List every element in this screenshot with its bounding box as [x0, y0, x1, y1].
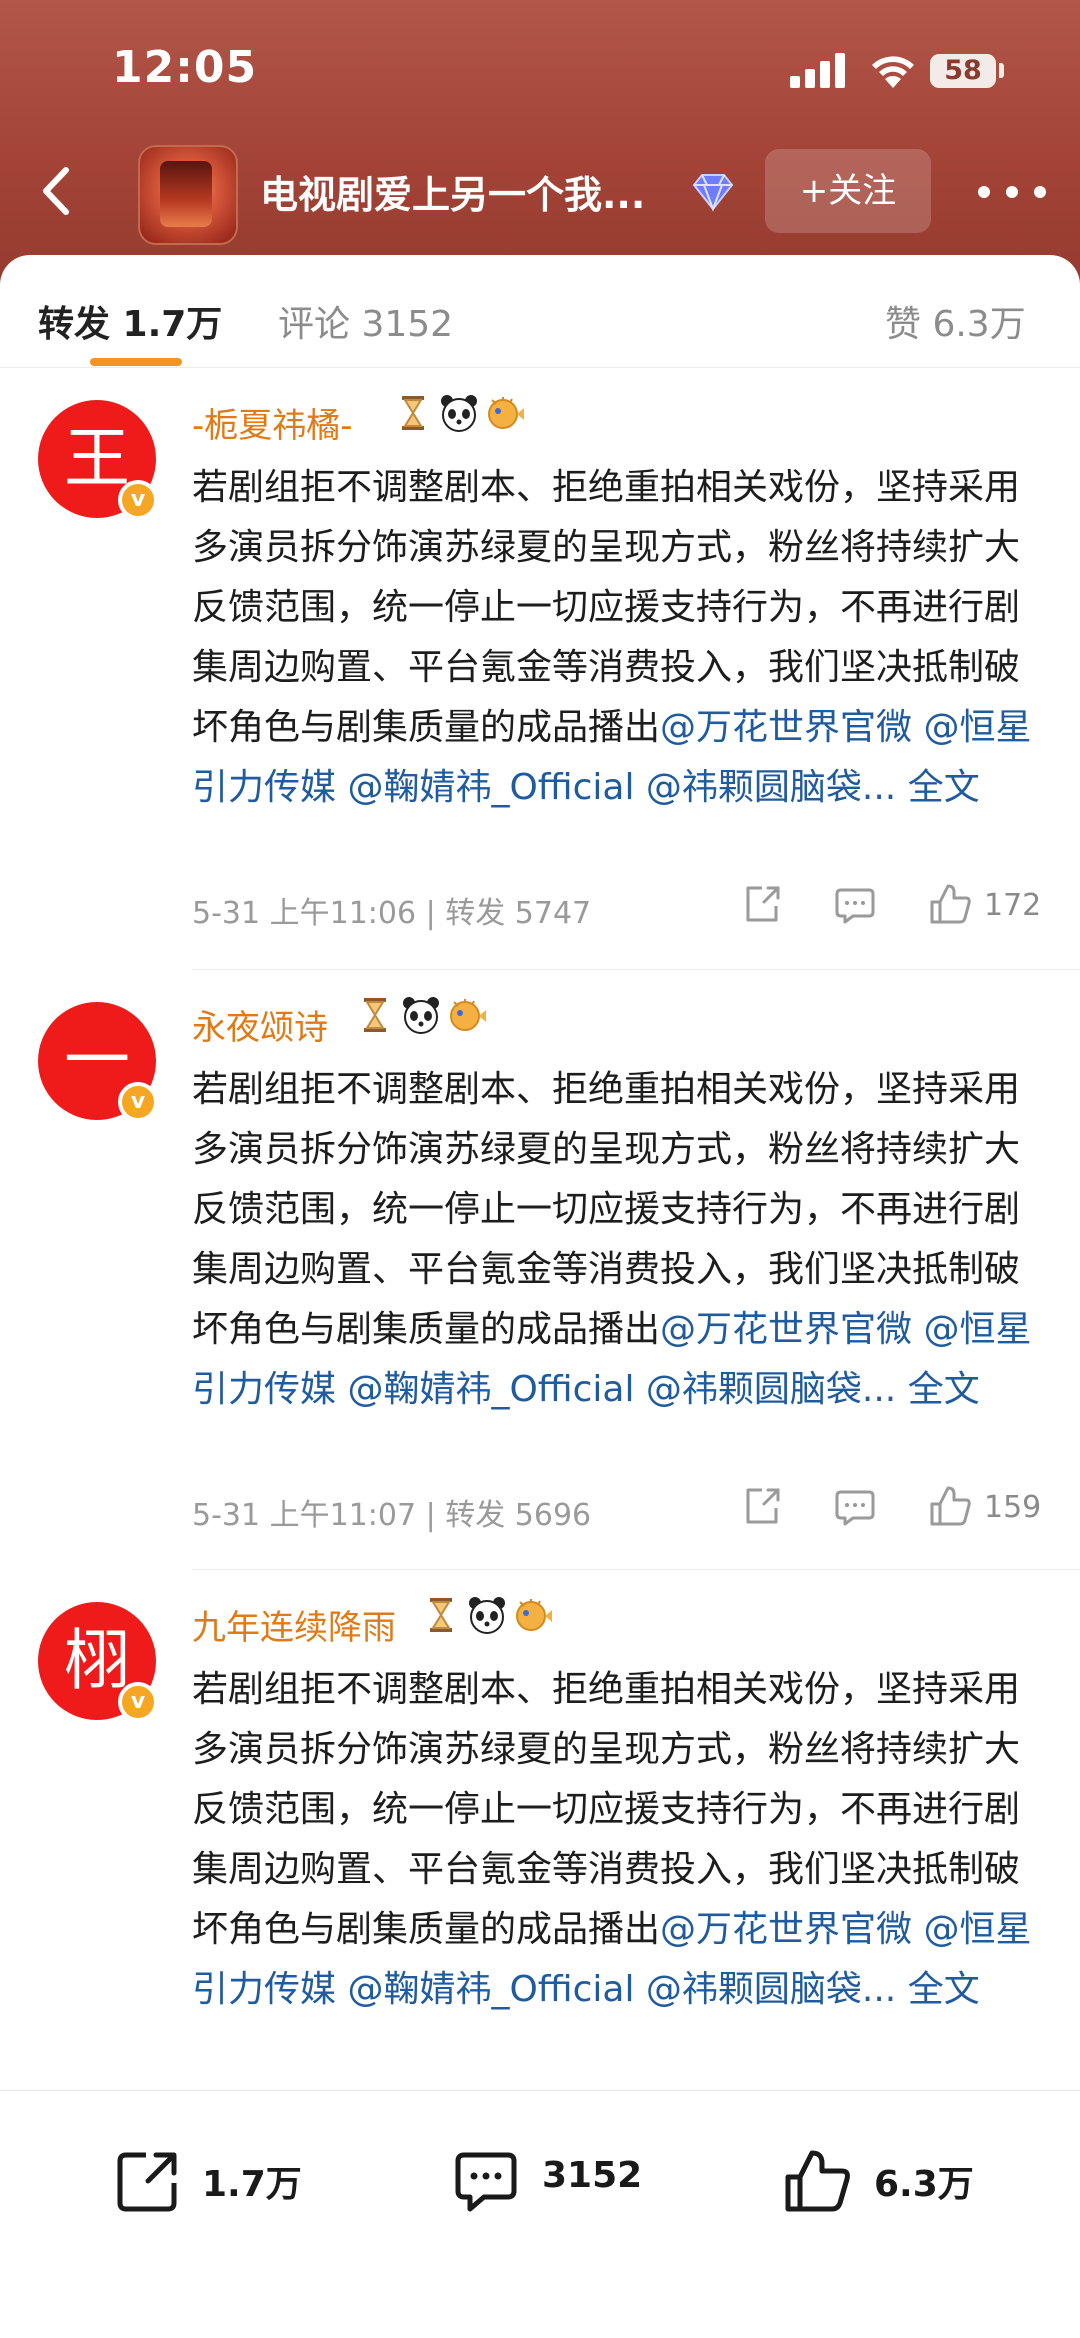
username[interactable]: 九年连续降雨: [192, 1600, 396, 1649]
page-title[interactable]: 电视剧爱上另一个我...: [260, 164, 645, 219]
cellular-signal-icon: [790, 52, 846, 88]
follow-button[interactable]: +关注: [765, 149, 931, 233]
mention-link[interactable]: @万花世界官微: [660, 707, 912, 748]
like-icon[interactable]: [782, 2141, 854, 2221]
status-time: 12:05: [112, 42, 258, 93]
post-meta: 5-31 上午11:06 | 转发 5747: [192, 896, 592, 931]
full-text-link[interactable]: 全文: [908, 767, 980, 808]
mention-link[interactable]: @万花世界官微: [660, 1909, 912, 1950]
tab-repost[interactable]: 转发 1.7万: [38, 295, 222, 347]
share-icon[interactable]: [740, 880, 784, 928]
username[interactable]: -栀夏祎橘-: [192, 398, 353, 447]
full-text-link[interactable]: 全文: [908, 1369, 980, 1410]
pufferfish-icon: [450, 999, 486, 1031]
hourglass-icon: [402, 396, 424, 430]
panda-icon: [441, 395, 477, 432]
list-item[interactable]: 栩 v 九年连续降雨 若剧组拒不调整剧本、拒绝重拍相关戏份，坚持采用多演员拆分饰…: [0, 1570, 1080, 2170]
account-avatar[interactable]: [138, 145, 238, 245]
mention-link[interactable]: @祎颗圆脑袋...: [646, 1369, 896, 1410]
more-icon[interactable]: [976, 160, 1048, 220]
nav-bar: 电视剧爱上另一个我... +关注: [0, 140, 1080, 255]
hourglass-icon: [430, 1598, 452, 1632]
tab-indicator: [90, 358, 182, 366]
pufferfish-icon: [516, 1599, 552, 1631]
like-icon[interactable]: [928, 1482, 972, 1530]
comment-count[interactable]: 3152: [542, 2155, 642, 2196]
panda-icon: [469, 1597, 505, 1634]
hourglass-icon: [364, 998, 386, 1032]
list-item[interactable]: 王 v -栀夏祎橘- 若剧组拒不调整剧本、拒绝重拍相关戏份，坚持采用多演员拆分饰…: [0, 368, 1080, 970]
mention-link[interactable]: @鞠婧祎_Official: [347, 1369, 634, 1410]
battery-indicator: 58: [930, 54, 996, 88]
diamond-icon: [692, 174, 734, 212]
comment-icon[interactable]: [833, 880, 877, 928]
mention-link[interactable]: @鞠婧祎_Official: [347, 767, 634, 808]
share-icon[interactable]: [112, 2141, 184, 2221]
post-text: 若剧组拒不调整剧本、拒绝重拍相关戏份，坚持采用多演员拆分饰演苏绿夏的呈现方式，粉…: [192, 1060, 1042, 1420]
pufferfish-icon: [488, 397, 524, 429]
list-item[interactable]: 一 v 永夜颂诗 若剧组拒不调整剧本、拒绝重拍相关戏份，坚持采用多演员拆分饰演苏…: [0, 970, 1080, 1570]
repost-sheet: 转发 1.7万 评论 3152 赞 6.3万 王 v -栀夏祎橘- 若剧组拒不调…: [0, 255, 1080, 2337]
status-bar: 12:05 58: [0, 0, 1080, 140]
full-text-link[interactable]: 全文: [908, 1969, 980, 2010]
repost-count[interactable]: 1.7万: [202, 2155, 302, 2207]
wifi-icon: [872, 56, 914, 88]
mention-link[interactable]: @鞠婧祎_Official: [347, 1969, 634, 2010]
post-text: 若剧组拒不调整剧本、拒绝重拍相关戏份，坚持采用多演员拆分饰演苏绿夏的呈现方式，粉…: [192, 1660, 1042, 2020]
tab-comment[interactable]: 评论 3152: [278, 295, 453, 347]
like-count: 159: [984, 1490, 1042, 1525]
mention-link[interactable]: @祎颗圆脑袋...: [646, 1969, 896, 2010]
comment-icon[interactable]: [833, 1482, 877, 1530]
bottom-action-bar: 1.7万 3152 6.3万: [0, 2090, 1080, 2338]
repost-list: 王 v -栀夏祎橘- 若剧组拒不调整剧本、拒绝重拍相关戏份，坚持采用多演员拆分饰…: [0, 368, 1080, 2170]
post-body: 若剧组拒不调整剧本、拒绝重拍相关戏份，坚持采用多演员拆分饰演苏绿夏的呈现方式，粉…: [192, 1069, 1021, 1350]
like-count: 172: [984, 888, 1042, 923]
panda-icon: [403, 997, 439, 1034]
verified-badge-icon: v: [118, 1682, 158, 1722]
like-icon[interactable]: [928, 880, 972, 928]
post-body: 若剧组拒不调整剧本、拒绝重拍相关戏份，坚持采用多演员拆分饰演苏绿夏的呈现方式，粉…: [192, 467, 1021, 748]
verified-badge-icon: v: [118, 480, 158, 520]
account-avatar-art: [160, 161, 212, 227]
verified-badge-icon: v: [118, 1082, 158, 1122]
like-count[interactable]: 6.3万: [874, 2155, 974, 2207]
share-icon[interactable]: [740, 1482, 784, 1530]
username[interactable]: 永夜颂诗: [192, 1000, 328, 1049]
battery-tip: [999, 63, 1004, 78]
mention-link[interactable]: @祎颗圆脑袋...: [646, 767, 896, 808]
tab-bar: 转发 1.7万 评论 3152 赞 6.3万: [0, 255, 1080, 368]
post-meta: 5-31 上午11:07 | 转发 5696: [192, 1498, 592, 1533]
tab-like[interactable]: 赞 6.3万: [885, 295, 1026, 347]
comment-icon[interactable]: [450, 2141, 522, 2221]
post-text: 若剧组拒不调整剧本、拒绝重拍相关戏份，坚持采用多演员拆分饰演苏绿夏的呈现方式，粉…: [192, 458, 1042, 818]
mention-link[interactable]: @万花世界官微: [660, 1309, 912, 1350]
back-arrow-icon[interactable]: [24, 156, 94, 226]
post-body: 若剧组拒不调整剧本、拒绝重拍相关戏份，坚持采用多演员拆分饰演苏绿夏的呈现方式，粉…: [192, 1669, 1021, 1950]
